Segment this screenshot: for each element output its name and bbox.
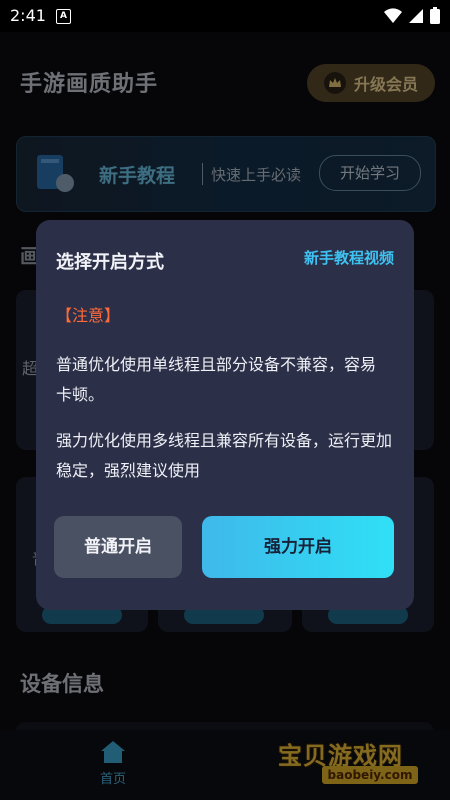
battery-icon xyxy=(430,7,440,24)
status-time: 2:41 xyxy=(10,6,46,25)
enable-mode-dialog: 选择开启方式 新手教程视频 【注意】 普通优化使用单线程且部分设备不兼容，容易卡… xyxy=(36,220,414,610)
strong-mode-description: 强力优化使用多线程且兼容所有设备，运行更加稳定，强烈建议使用 xyxy=(56,431,393,480)
status-bar: 2:41 A xyxy=(0,0,450,32)
wifi-icon xyxy=(384,7,402,23)
strong-enable-button[interactable]: 强力开启 xyxy=(202,516,394,578)
notification-icon: A xyxy=(56,9,71,24)
normal-enable-button[interactable]: 普通开启 xyxy=(54,516,182,578)
dialog-notice: 【注意】 xyxy=(56,306,121,325)
normal-mode-description: 普通优化使用单线程且部分设备不兼容，容易卡顿。 xyxy=(56,355,377,404)
signal-icon xyxy=(409,8,423,23)
status-icons xyxy=(384,7,440,24)
tutorial-video-link[interactable]: 新手教程视频 xyxy=(304,247,394,268)
dialog-title: 选择开启方式 xyxy=(56,252,164,273)
